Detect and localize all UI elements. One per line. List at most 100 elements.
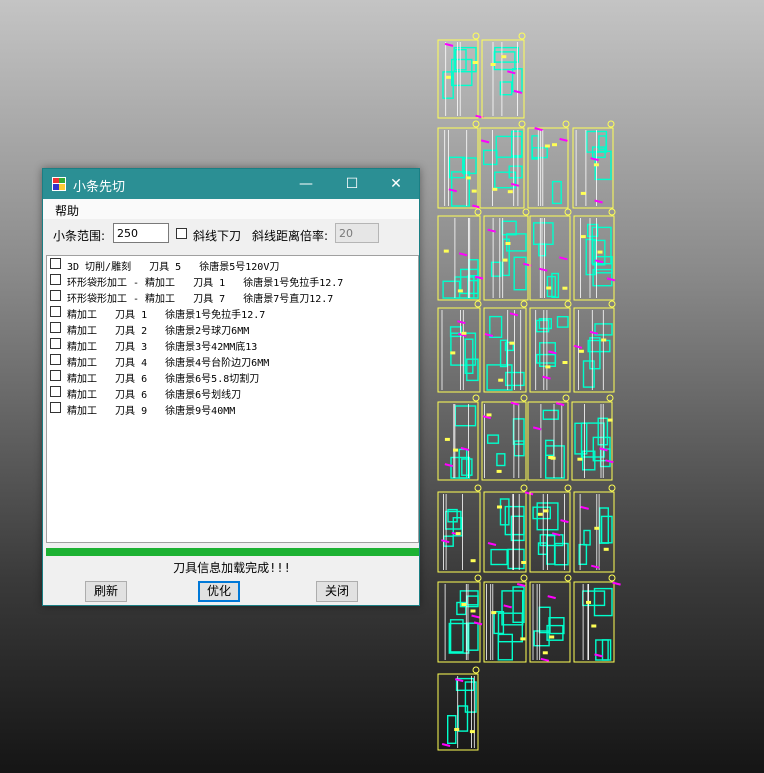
tool-list-item[interactable]: 环形袋形加工 - 精加工 刀具 7 徐唐景7号直刀12.7 [47,288,418,305]
cad-shape [599,448,611,468]
cad-shape [545,439,555,456]
cad-shape [474,484,482,492]
cad-shape [545,365,551,369]
minimize-button[interactable]: — [283,169,329,199]
cad-shape [537,512,543,516]
cad-shape [516,583,526,587]
cad-shape [454,728,460,731]
cad-shape [607,418,613,422]
cad-shape [583,529,591,546]
cad-shape [469,730,475,734]
cad-shape [564,300,572,308]
cad-shape [474,574,482,582]
cad-shape [484,333,494,337]
tool-list-item[interactable]: 环形袋形加工 - 精加工 刀具 1 徐唐景1号免拉手12.7 [47,272,418,289]
tool-list-item[interactable]: 3D 切削/雕刻 刀具 5 徐唐景5号120V刀 [47,256,418,273]
cad-shape [444,437,450,441]
cad-shape [562,120,570,128]
optimize-button[interactable]: 优化 [198,581,240,602]
tool-list-item[interactable]: 精加工 刀具 1 徐唐景1号免拉手12.7 [47,304,418,321]
cad-shape [474,300,482,308]
cad-shape [490,63,496,66]
cad-shape [480,139,490,144]
tool-checkbox[interactable] [50,338,61,349]
cad-shape [547,595,556,600]
tool-list-item[interactable]: 精加工 刀具 6 徐唐景6号5.8切割刀 [47,368,418,385]
cad-shape [437,127,479,209]
tool-checkbox[interactable] [50,322,61,333]
tool-checkbox[interactable] [50,402,61,413]
cad-shape [493,51,516,71]
cad-shape [555,402,565,407]
tool-list-item[interactable]: 精加工 刀具 3 徐唐景3号42MM底13 [47,336,418,353]
cad-shape [505,371,525,387]
cad-shape [601,639,612,661]
cad-shape [444,42,454,47]
tool-list-item[interactable]: 精加工 刀具 9 徐唐景9号40MM [47,400,418,417]
cad-shape [520,300,528,308]
cad-shape [472,61,478,64]
cad-shape [461,603,467,606]
tool-checkbox[interactable] [50,370,61,381]
cad-shape [608,484,616,492]
cad-shape [505,242,511,245]
cad-shape [589,337,601,370]
tool-label: 精加工 刀具 6 徐唐景6号划线刀 [67,390,242,401]
dialog-window[interactable]: 小条先切 — ☐ ✕ 帮助 小条范围: 斜线下刀 斜线距离倍率: 3D 切削/雕… [42,168,420,606]
close-window-button[interactable]: ✕ [373,169,419,199]
tool-label: 精加工 刀具 1 徐唐景1号免拉手12.7 [67,310,266,321]
tool-checkbox[interactable] [50,306,61,317]
tool-checkbox[interactable] [50,290,61,301]
cad-shape [482,415,492,420]
cad-shape [513,440,525,457]
cad-shape [483,215,529,301]
range-input[interactable] [113,223,169,243]
menu-item-help[interactable]: 帮助 [55,202,79,219]
maximize-button[interactable]: ☐ [329,169,375,199]
cad-shape [472,204,481,209]
cad-shape [573,215,615,301]
tool-checkbox[interactable] [50,258,61,269]
cad-shape [458,448,468,479]
cad-shape [510,401,520,406]
refresh-button[interactable]: 刷新 [85,581,127,602]
cad-shape [474,275,484,280]
cad-shape [556,316,569,328]
tool-label: 精加工 刀具 9 徐唐景9号40MM [67,406,236,417]
cad-shape [472,666,480,674]
diagonal-label[interactable]: 斜线下刀 [193,227,241,244]
tool-checkbox[interactable] [50,354,61,365]
cad-shape [518,32,526,40]
tool-list-item[interactable]: 精加工 刀具 6 徐唐景6号划线刀 [47,384,418,401]
cad-shape [502,258,508,262]
window-title: 小条先切 [73,180,126,195]
cad-shape [454,405,477,427]
cad-shape [533,222,554,245]
cad-shape [593,587,613,617]
cad-shape [501,590,524,626]
tool-list-item[interactable]: 精加工 刀具 2 徐唐景2号球刀6MM [47,320,418,337]
tool-checkbox[interactable] [50,386,61,397]
cad-shape [564,208,572,216]
title-bar[interactable]: 小条先切 — ☐ ✕ [43,169,419,199]
cad-shape [441,539,450,544]
cad-shape [520,637,526,641]
cad-shape [486,364,513,391]
cad-shape [520,394,528,402]
cad-shape [562,286,568,290]
close-button[interactable]: 关闭 [316,581,358,602]
cad-shape [571,401,613,481]
cad-shape [470,609,476,613]
tool-checkbox[interactable] [50,274,61,285]
cad-shape [450,351,456,355]
cad-shape [554,542,569,566]
cad-shape [608,574,616,582]
cad-shape [560,519,569,524]
diagonal-checkbox[interactable] [176,228,187,239]
tool-list[interactable]: 3D 切削/雕刻 刀具 5 徐唐景5号120V刀 环形袋形加工 - 精加工 刀具 … [46,255,419,543]
cad-shape [589,330,599,335]
tool-list-item[interactable]: 精加工 刀具 4 徐唐景4号台阶边刀6MM [47,352,418,369]
cad-shape [521,561,527,564]
cad-shape [564,574,572,582]
cad-shape [511,130,523,157]
